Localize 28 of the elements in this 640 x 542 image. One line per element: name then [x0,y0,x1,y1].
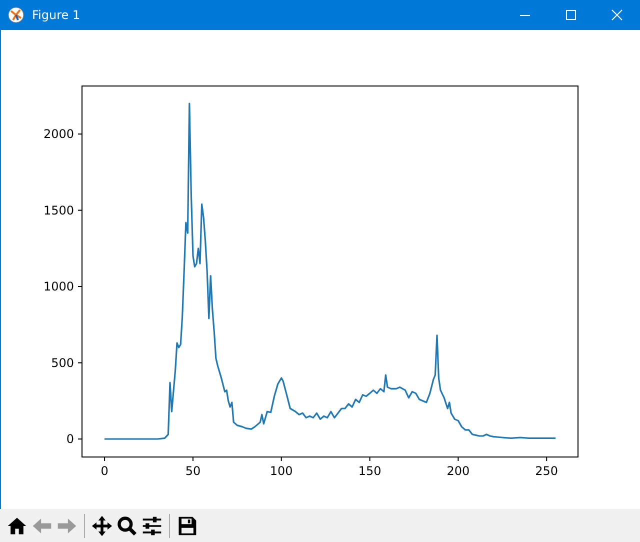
tick-mark [104,456,106,462]
tick-mark [78,362,82,364]
x-tick-label: 250 [535,464,558,478]
tick-mark [458,456,459,462]
y-tick-label: 1500 [43,203,74,218]
x-tick-label: 0 [100,464,108,478]
x-tick-label: 200 [446,464,470,478]
tick-mark [78,438,82,440]
y-tick-label: 0 [66,432,74,446]
x-tick-label: 150 [358,464,382,478]
tick-mark [546,456,548,462]
sliders-icon[interactable] [141,514,163,536]
tick-mark [78,134,82,135]
search-icon[interactable] [116,514,138,536]
app-icon [8,7,24,23]
y-tick-label: 2000 [43,127,74,142]
window-title: Figure 1 [32,8,80,22]
tick-mark [369,456,370,462]
save-icon[interactable] [176,514,198,536]
tick-mark [78,286,82,288]
move-arrows-icon[interactable] [91,514,113,536]
x-tick-label: 100 [270,464,293,478]
tick-mark [78,210,82,211]
y-tick-label: 500 [51,356,74,370]
x-tick-label: 50 [185,464,201,478]
y-tick-label: 1000 [43,280,74,294]
tick-mark [280,456,282,462]
tick-mark [192,456,194,462]
